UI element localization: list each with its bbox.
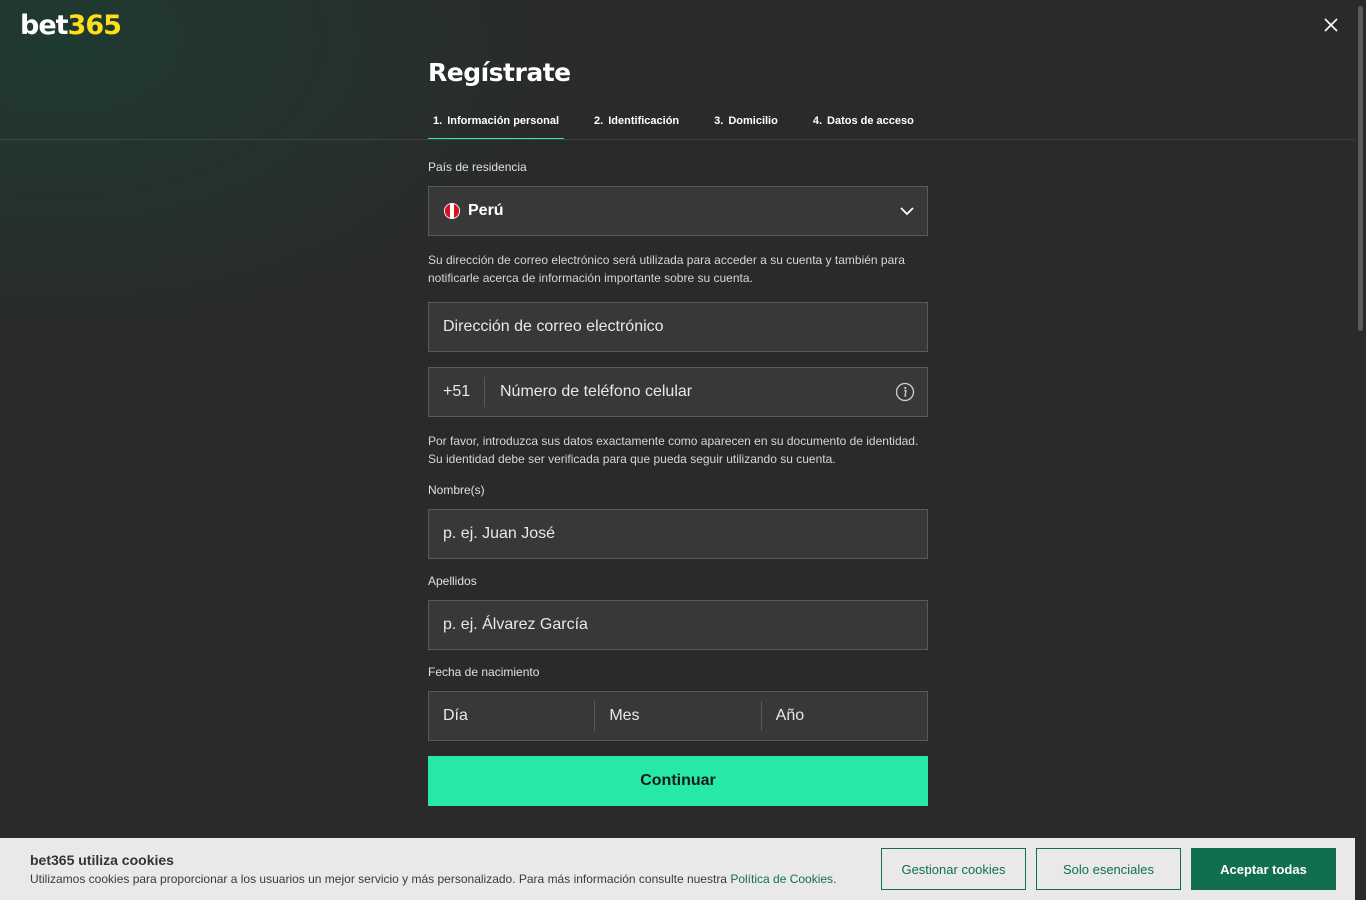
tab-datos-de-acceso[interactable]: 4. Datos de acceso [808, 106, 919, 140]
first-name-label: Nombre(s) [428, 483, 485, 497]
page-scrollbar[interactable] [1355, 0, 1366, 900]
identity-help-text: Por favor, introduzca sus datos exactame… [428, 434, 919, 466]
dob-label: Fecha de nacimiento [428, 665, 540, 679]
tab-label: Domicilio [728, 115, 778, 127]
phone-field[interactable]: +51 Número de teléfono celular [428, 367, 928, 417]
tab-label: Información personal [447, 115, 560, 127]
tab-number: 4. [812, 115, 823, 127]
tab-label: Datos de acceso [827, 115, 914, 127]
bet365-logo[interactable]: bet365 [20, 10, 122, 41]
cookie-description: Utilizamos cookies para proporcionar a l… [30, 872, 836, 886]
peru-flag-icon [444, 203, 460, 219]
manage-cookies-button[interactable]: Gestionar cookies [881, 848, 1026, 890]
tab-domicilio[interactable]: 3. Domicilio [709, 106, 783, 140]
tab-number: 3. [714, 115, 724, 127]
cookie-title: bet365 utiliza cookies [30, 852, 174, 868]
tab-label: Identificación [608, 115, 680, 127]
email-help-text: Su dirección de correo electrónico será … [428, 253, 905, 285]
country-label: País de residencia [428, 160, 527, 174]
chevron-down-icon [900, 207, 914, 216]
tab-number: 1. [433, 115, 443, 127]
first-name-input[interactable]: p. ej. Juan José [428, 509, 928, 559]
phone-country-code[interactable]: +51 [429, 377, 485, 407]
phone-placeholder: Número de teléfono celular [500, 383, 693, 400]
close-icon[interactable] [1322, 16, 1340, 34]
tab-identificacion[interactable]: 2. Identificación [589, 106, 684, 140]
logo-text-bet: bet [20, 10, 69, 41]
accept-all-cookies-button[interactable]: Aceptar todas [1191, 848, 1336, 890]
page-title: Regístrate [428, 58, 571, 87]
last-name-input[interactable]: p. ej. Álvarez García [428, 600, 928, 650]
info-icon[interactable] [895, 382, 915, 402]
continue-button[interactable]: Continuar [428, 756, 928, 806]
email-placeholder: Dirección de correo electrónico [443, 318, 664, 335]
tabs-divider [0, 139, 1355, 140]
cookie-policy-link[interactable]: Política de Cookies [730, 872, 833, 886]
registration-steps: 1. Información personal 2. Identificación … [428, 106, 944, 140]
tab-informacion-personal[interactable]: 1. Información personal [428, 106, 565, 140]
essential-cookies-button[interactable]: Solo esenciales [1036, 848, 1181, 890]
dob-month-input[interactable]: Mes [595, 701, 762, 731]
cookie-text-suffix: . [833, 872, 837, 886]
logo-text-365: 365 [67, 10, 122, 41]
email-input[interactable]: Dirección de correo electrónico [428, 302, 928, 352]
dob-day-input[interactable]: Día [429, 701, 596, 731]
cookie-text: Utilizamos cookies para proporcionar a l… [30, 872, 731, 886]
last-name-label: Apellidos [428, 574, 477, 588]
tab-number: 2. [594, 115, 604, 127]
dob-field: Día Mes Año [428, 691, 928, 741]
cookie-banner: bet365 utiliza cookies Utilizamos cookie… [0, 838, 1355, 900]
country-select[interactable]: Perú [428, 186, 928, 236]
country-value: Perú [468, 202, 504, 219]
dob-year-input[interactable]: Año [762, 701, 927, 731]
scrollbar-thumb[interactable] [1358, 6, 1363, 331]
last-name-placeholder: p. ej. Álvarez García [443, 616, 588, 633]
first-name-placeholder: p. ej. Juan José [443, 525, 556, 542]
